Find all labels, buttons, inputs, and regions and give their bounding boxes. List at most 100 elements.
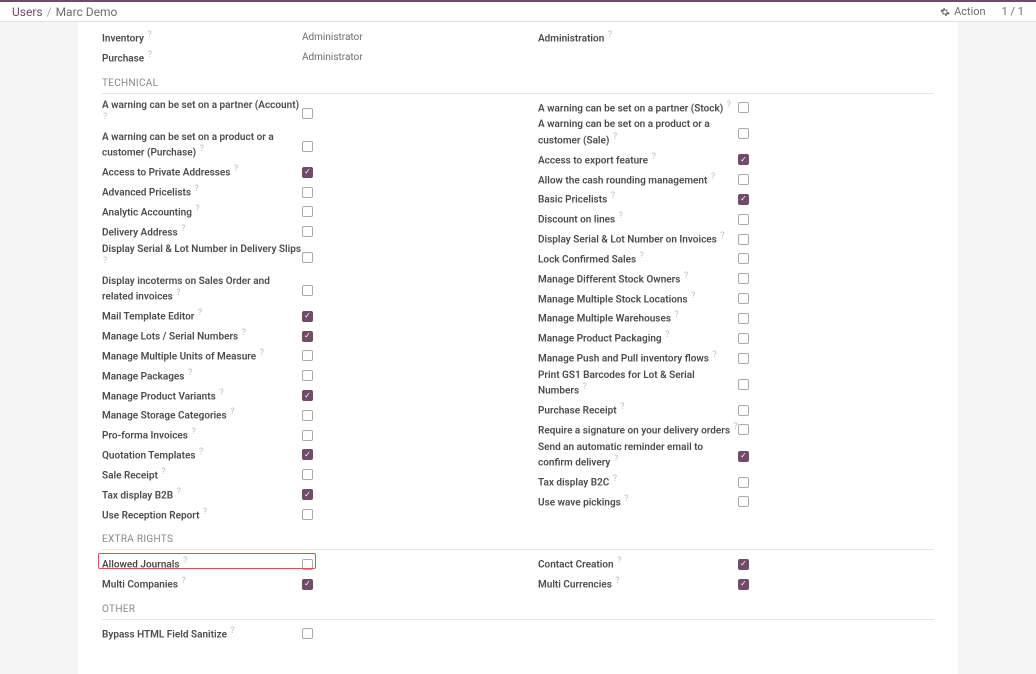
checkbox[interactable] — [302, 206, 313, 217]
checkbox[interactable] — [302, 390, 313, 401]
section-technical: TECHNICAL — [102, 68, 934, 94]
option-mail-template-editor: Mail Template Editor ? — [102, 306, 498, 326]
option-label: Manage Packages ? — [102, 368, 302, 384]
checkbox[interactable] — [302, 410, 313, 421]
option-label: Print GS1 Barcodes for Lot & Serial Numb… — [538, 370, 738, 398]
option-access-to-private-addresses: Access to Private Addresses ? — [102, 162, 498, 182]
checkbox[interactable] — [738, 559, 749, 570]
option-label: Manage Product Packaging ? — [538, 330, 738, 346]
checkbox[interactable] — [738, 579, 749, 590]
option-tax-display-b2b: Tax display B2B ? — [102, 485, 498, 505]
option-allow-the-cash-rounding-management: Allow the cash rounding management ? — [538, 170, 934, 190]
option-allowed-journals: Allowed Journals ? — [102, 554, 498, 574]
checkbox[interactable] — [302, 449, 313, 460]
option-a-warning-can-be-set-on-a-partner-accoun: A warning can be set on a partner (Accou… — [102, 98, 498, 130]
field-value[interactable]: Administrator — [302, 32, 498, 43]
option-discount-on-lines: Discount on lines ? — [538, 209, 934, 229]
option-contact-creation: Contact Creation ? — [538, 554, 934, 574]
checkbox[interactable] — [738, 102, 749, 113]
option-display-serial-lot-number-on-invoices: Display Serial & Lot Number on Invoices … — [538, 229, 934, 249]
checkbox[interactable] — [302, 141, 313, 152]
checkbox[interactable] — [738, 424, 749, 435]
checkbox[interactable] — [738, 253, 749, 264]
checkbox[interactable] — [302, 628, 313, 639]
option-label: Purchase Receipt ? — [538, 402, 738, 418]
checkbox[interactable] — [738, 174, 749, 185]
option-label: Manage Lots / Serial Numbers ? — [102, 328, 302, 344]
option-label: Display Serial & Lot Number on Invoices … — [538, 231, 738, 247]
checkbox[interactable] — [302, 252, 313, 263]
option-label: Allowed Journals ? — [102, 556, 302, 572]
checkbox[interactable] — [738, 293, 749, 304]
checkbox[interactable] — [302, 331, 313, 342]
checkbox[interactable] — [738, 477, 749, 488]
option-label: Discount on lines ? — [538, 211, 738, 227]
checkbox[interactable] — [738, 313, 749, 324]
field-label: Inventory ? — [102, 30, 302, 46]
checkbox[interactable] — [302, 489, 313, 500]
option-label: Display Serial & Lot Number in Delivery … — [102, 244, 302, 272]
option-label: Bypass HTML Field Sanitize ? — [102, 626, 302, 642]
option-label: A warning can be set on a product or a c… — [538, 119, 738, 147]
option-label: Pro-forma Invoices ? — [102, 427, 302, 443]
checkbox[interactable] — [302, 167, 313, 178]
action-label: Action — [954, 5, 986, 18]
checkbox[interactable] — [738, 405, 749, 416]
option-display-serial-lot-number-in-delivery-sl: Display Serial & Lot Number in Delivery … — [102, 242, 498, 274]
checkbox[interactable] — [738, 273, 749, 284]
option-label: Advanced Pricelists ? — [102, 184, 302, 200]
checkbox[interactable] — [738, 128, 749, 139]
checkbox[interactable] — [302, 559, 313, 570]
checkbox[interactable] — [738, 214, 749, 225]
option-send-an-automatic-reminder-email-to-conf: Send an automatic reminder email to conf… — [538, 440, 934, 472]
checkbox[interactable] — [302, 350, 313, 361]
option-delivery-address: Delivery Address ? — [102, 222, 498, 242]
checkbox[interactable] — [738, 234, 749, 245]
form-sheet: Inventory ?AdministratorPurchase ?Admini… — [78, 22, 958, 674]
checkbox[interactable] — [302, 187, 313, 198]
checkbox[interactable] — [302, 469, 313, 480]
option-bypass-html-field-sanitize: Bypass HTML Field Sanitize ? — [102, 624, 498, 644]
option-label: Use Reception Report ? — [102, 507, 302, 523]
checkbox[interactable] — [302, 370, 313, 381]
checkbox[interactable] — [738, 194, 749, 205]
breadcrumb-current: Marc Demo — [56, 5, 118, 19]
checkbox[interactable] — [302, 430, 313, 441]
option-use-reception-report: Use Reception Report ? — [102, 505, 498, 525]
option-label: Multi Currencies ? — [538, 576, 738, 592]
option-manage-push-and-pull-inventory-flows: Manage Push and Pull inventory flows ? — [538, 348, 934, 368]
checkbox[interactable] — [738, 333, 749, 344]
option-lock-confirmed-sales: Lock Confirmed Sales ? — [538, 249, 934, 269]
field-value[interactable]: Administrator — [302, 52, 498, 63]
option-label: Quotation Templates ? — [102, 447, 302, 463]
action-button[interactable]: Action — [940, 5, 986, 18]
checkbox[interactable] — [738, 154, 749, 165]
option-label: Tax display B2C ? — [538, 474, 738, 490]
option-label: Sale Receipt ? — [102, 467, 302, 483]
option-label: Send an automatic reminder email to conf… — [538, 442, 738, 470]
checkbox[interactable] — [738, 496, 749, 507]
option-label: Multi Companies ? — [102, 576, 302, 592]
option-label: Basic Pricelists ? — [538, 191, 738, 207]
checkbox[interactable] — [302, 108, 313, 119]
gear-icon — [940, 7, 950, 17]
checkbox[interactable] — [738, 451, 749, 462]
checkbox[interactable] — [302, 509, 313, 520]
pager[interactable]: 1 / 1 — [1002, 5, 1024, 18]
option-manage-multiple-warehouses: Manage Multiple Warehouses ? — [538, 308, 934, 328]
option-label: Mail Template Editor ? — [102, 308, 302, 324]
checkbox[interactable] — [738, 379, 749, 390]
option-quotation-templates: Quotation Templates ? — [102, 445, 498, 465]
checkbox[interactable] — [302, 579, 313, 590]
option-manage-lots-serial-numbers: Manage Lots / Serial Numbers ? — [102, 326, 498, 346]
checkbox[interactable] — [302, 311, 313, 322]
option-a-warning-can-be-set-on-a-product-or-a-c: A warning can be set on a product or a c… — [538, 117, 934, 149]
checkbox[interactable] — [738, 353, 749, 364]
field-label: Administration ? — [538, 30, 738, 46]
option-label: Manage Different Stock Owners ? — [538, 271, 738, 287]
checkbox[interactable] — [302, 285, 313, 296]
topbar: Users / Marc Demo Action 1 / 1 — [0, 0, 1036, 22]
checkbox[interactable] — [302, 226, 313, 237]
breadcrumb-root[interactable]: Users — [12, 5, 43, 19]
option-manage-product-variants: Manage Product Variants ? — [102, 386, 498, 406]
